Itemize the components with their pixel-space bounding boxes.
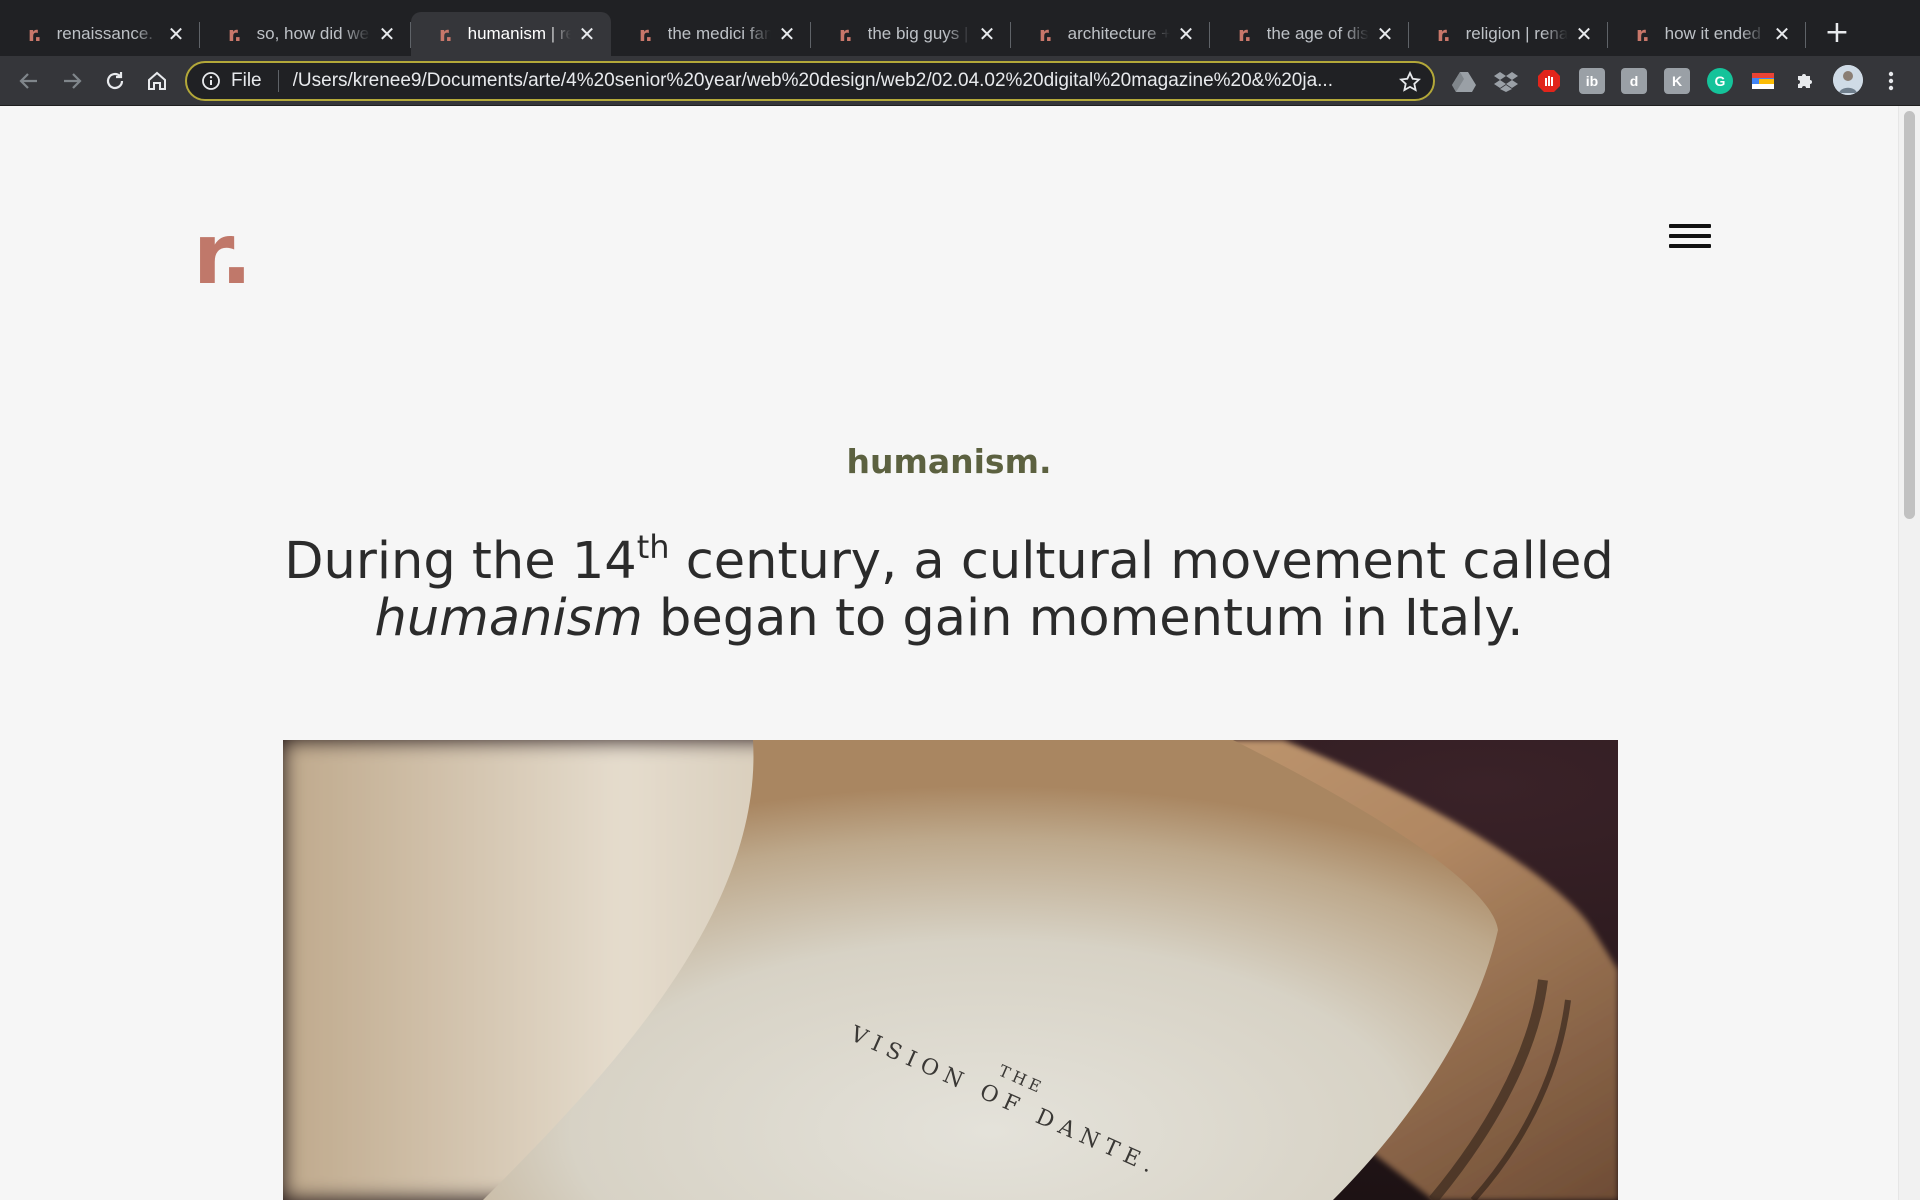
url-scheme: File (231, 70, 262, 91)
browser-tab[interactable]: r. religion | renais ✕ (1409, 12, 1608, 56)
arrow-right-icon (64, 73, 82, 89)
home-button[interactable] (141, 65, 173, 97)
more-vertical-icon (1888, 71, 1894, 91)
favicon: r. (1039, 22, 1053, 46)
ib-icon[interactable]: ib (1579, 68, 1605, 94)
close-tab-icon[interactable]: ✕ (777, 24, 797, 46)
browser-tab-active[interactable]: r. humanism | ren ✕ (411, 12, 611, 56)
tab-title: religion | renais (1465, 24, 1568, 43)
close-tab-icon[interactable]: ✕ (1772, 24, 1792, 46)
page-scrollbar[interactable] (1898, 106, 1920, 1200)
forward-button[interactable] (56, 65, 88, 97)
close-tab-icon[interactable]: ✕ (377, 24, 397, 46)
tab-title: so, how did we (256, 24, 370, 43)
book-photo-illustration: THE VISION OF DANTE. (283, 740, 1618, 1200)
tab-title: the medici fam (667, 24, 771, 43)
tab-title: humanism | ren (467, 24, 571, 43)
puzzle-icon[interactable] (1792, 68, 1818, 94)
tab-title: architecture + s (1067, 24, 1170, 43)
adblock-icon[interactable] (1536, 68, 1562, 94)
favicon: r. (1238, 22, 1252, 46)
favicon: r. (228, 22, 242, 46)
tab-separator (1805, 22, 1806, 48)
browser-tab[interactable]: r. renaissance. ✕ (0, 12, 200, 56)
hero-book-photo: THE VISION OF DANTE. (283, 740, 1618, 1200)
d-icon[interactable]: d (1621, 68, 1647, 94)
omnibox-divider (277, 70, 279, 92)
favicon: r. (439, 22, 453, 46)
lead-text: century, a cultural movement called (669, 532, 1614, 591)
grammarly-icon[interactable]: G (1707, 68, 1733, 94)
browser-tab[interactable]: r. the medici fam ✕ (611, 12, 811, 56)
reload-icon (106, 72, 124, 90)
close-tab-icon[interactable]: ✕ (1375, 24, 1395, 46)
tab-title: the age of disc (1266, 24, 1369, 43)
close-tab-icon[interactable]: ✕ (1574, 24, 1594, 46)
url-text[interactable]: /Users/krenee9/Documents/arte/4%20senior… (293, 70, 1413, 92)
close-tab-icon[interactable]: ✕ (977, 24, 997, 46)
lead-emphasis: humanism (374, 589, 643, 648)
browser-tab[interactable]: r. the big guys | r ✕ (811, 12, 1011, 56)
lead-paragraph: During the 14th century, a cultural move… (250, 528, 1648, 648)
k-icon[interactable]: K (1664, 68, 1690, 94)
favicon: r. (28, 22, 42, 46)
back-button[interactable] (13, 65, 45, 97)
close-tab-icon[interactable]: ✕ (1176, 24, 1196, 46)
google-drive-icon[interactable] (1451, 68, 1477, 94)
dropbox-icon[interactable] (1493, 68, 1519, 94)
close-tab-icon[interactable]: ✕ (577, 24, 597, 46)
reload-button[interactable] (99, 65, 131, 97)
browser-tab[interactable]: r. the age of disc ✕ (1210, 12, 1409, 56)
site-logo[interactable]: r. (193, 212, 252, 296)
favicon: r. (639, 22, 653, 46)
tab-title: the big guys | r (867, 24, 971, 43)
hamburger-menu-icon[interactable] (1669, 224, 1711, 252)
tab-title: how it ended + (1664, 24, 1766, 43)
home-icon (148, 71, 166, 90)
tab-strip: r. renaissance. ✕ r. so, how did we ✕ r.… (0, 0, 1920, 56)
bookmark-star-icon[interactable] (1399, 71, 1421, 93)
profile-avatar[interactable] (1833, 65, 1863, 95)
info-icon (202, 72, 220, 90)
lead-superscript: th (636, 528, 670, 566)
new-tab-icon[interactable]: + (1822, 18, 1852, 48)
browser-toolbar: File /Users/krenee9/Documents/arte/4%20s… (0, 56, 1920, 106)
favicon: r. (1636, 22, 1650, 46)
web-page: r. humanism. During the 14th century, a … (0, 106, 1898, 1200)
browser-tab[interactable]: r. so, how did we ✕ (200, 12, 411, 56)
favicon: r. (1437, 22, 1451, 46)
color-picker-icon[interactable] (1750, 68, 1776, 94)
lead-text: During the 14 (284, 532, 637, 591)
favicon: r. (839, 22, 853, 46)
scrollbar-thumb[interactable] (1904, 111, 1915, 519)
browser-menu-button[interactable] (1875, 65, 1907, 97)
section-kicker: humanism. (846, 442, 1052, 481)
browser-tab[interactable]: r. architecture + s ✕ (1011, 12, 1210, 56)
close-tab-icon[interactable]: ✕ (166, 24, 186, 46)
browser-tab[interactable]: r. how it ended + ✕ (1608, 12, 1806, 56)
lead-text: began to gain momentum in Italy. (642, 589, 1524, 648)
arrow-left-icon (19, 73, 37, 89)
tab-title: renaissance. (56, 24, 153, 43)
address-bar[interactable]: File /Users/krenee9/Documents/arte/4%20s… (185, 61, 1435, 101)
